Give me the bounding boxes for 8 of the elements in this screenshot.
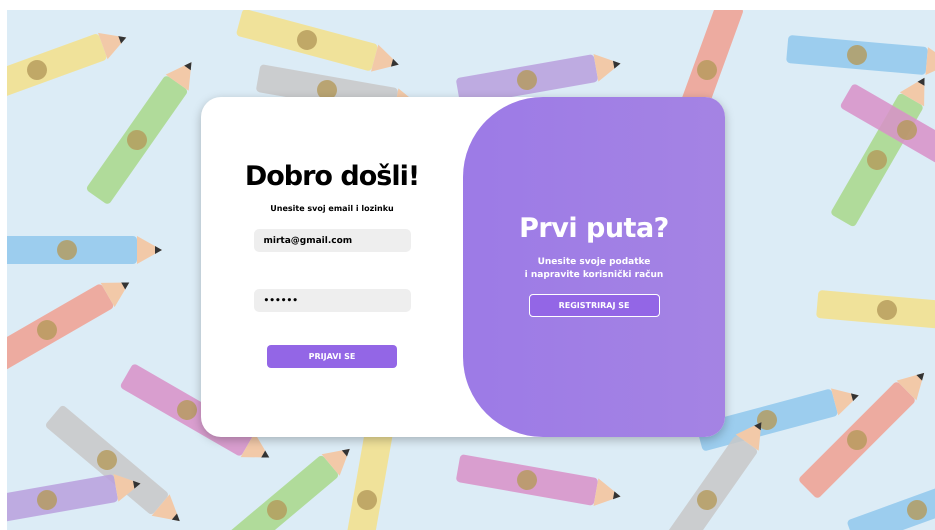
email-field[interactable]: mirta@gmail.com <box>254 229 410 252</box>
register-button[interactable]: REGISTRIRAJ SE <box>528 294 660 318</box>
password-field[interactable]: •••••• <box>254 289 410 312</box>
signup-text: Unesite svoje podatke i napravite korisnički račun <box>524 256 664 282</box>
login-button[interactable]: PRIJAVI SE <box>267 345 397 368</box>
signup-title: Prvi puta? <box>519 213 669 244</box>
welcome-title: Dobro došli! <box>244 161 420 192</box>
login-instructions: Unesite svoj email i lozinku <box>270 204 394 213</box>
